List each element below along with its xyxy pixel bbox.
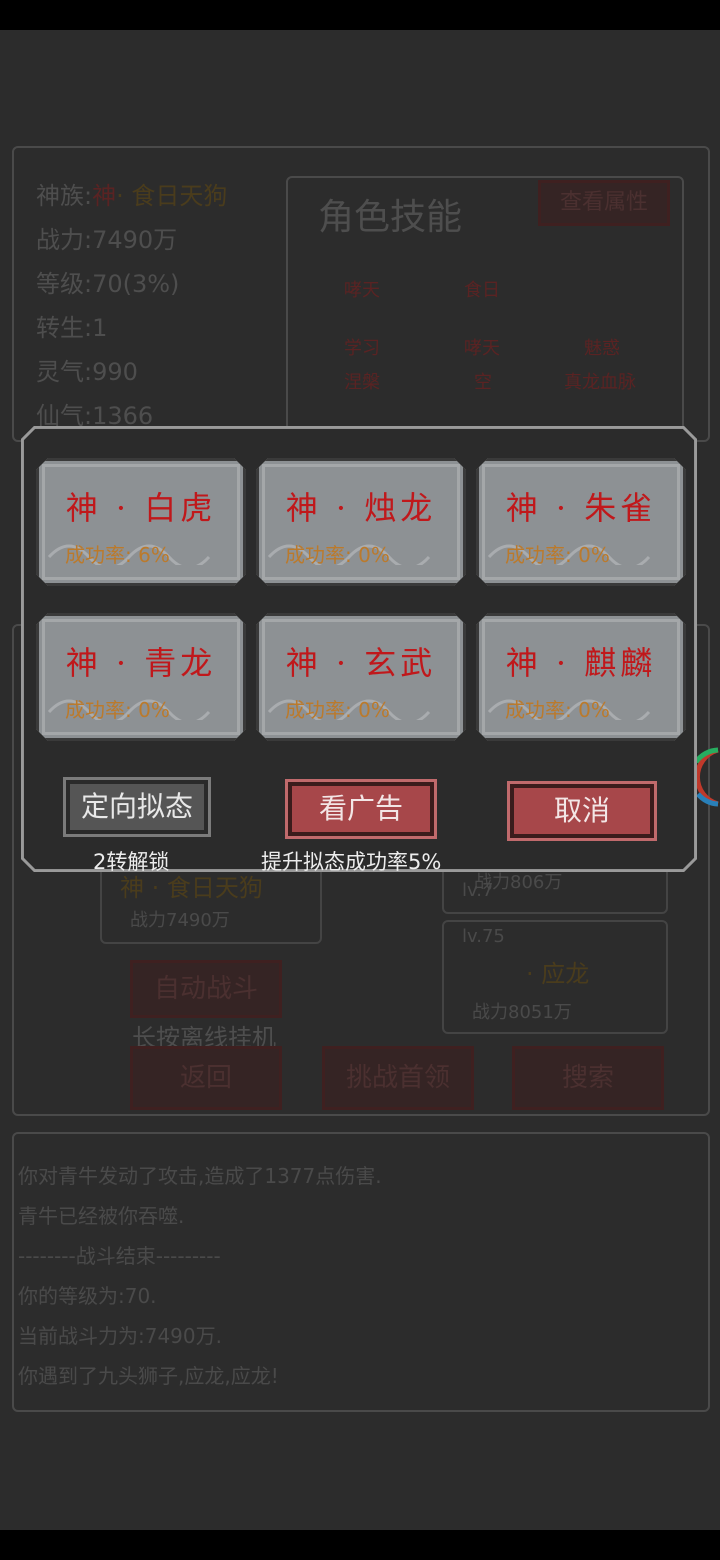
rebirth-stat: 转生:1 [36, 314, 108, 342]
log-line-5: 当前战斗力为:7490万. [18, 1324, 222, 1348]
option-rate: 成功率: 0% [505, 543, 610, 567]
option-card-zhuque[interactable]: 神 · 朱雀 成功率: 0% [476, 458, 686, 586]
auto-battle-button[interactable]: 自动战斗 [130, 960, 282, 1018]
immortal-stat: 仙气:1366 [36, 402, 154, 430]
skills-title: 角色技能 [318, 197, 463, 238]
directed-mimicry-caption: 2转解锁 [93, 850, 170, 874]
skill-roar[interactable]: 哮天 [344, 276, 380, 302]
directed-mimicry-button[interactable]: 定向拟态 [63, 777, 211, 837]
option-card-zhulong[interactable]: 神 · 烛龙 成功率: 0% [256, 458, 466, 586]
skill-roar-2[interactable]: 哮天 [464, 334, 500, 360]
log-line-1: 你对青牛发动了攻击,造成了1377点伤害. [18, 1164, 382, 1188]
option-name: 神 · 朱雀 [505, 489, 657, 527]
option-rate: 成功率: 6% [65, 543, 170, 567]
log-line-4: 你的等级为:70. [18, 1284, 157, 1308]
option-name: 神 · 白虎 [65, 489, 217, 527]
navigation-bar [0, 1530, 720, 1560]
view-attributes-button[interactable]: 查看属性 [538, 180, 670, 226]
option-name: 神 · 玄武 [285, 644, 437, 682]
option-card-baihu[interactable]: 神 · 白虎 成功率: 6% [36, 458, 246, 586]
option-rate: 成功率: 0% [285, 543, 390, 567]
option-card-qilin[interactable]: 神 · 麒麟 成功率: 0% [476, 613, 686, 741]
enemy-card-2-level: lv.75 [462, 926, 505, 947]
watch-ad-caption: 提升拟态成功率5% [261, 850, 442, 874]
challenge-boss-button[interactable]: 挑战首领 [322, 1046, 474, 1110]
log-line-2: 青牛已经被你吞噬. [18, 1204, 185, 1228]
player-card-power: 战力7490万 [130, 910, 230, 931]
power-stat: 战力:7490万 [36, 226, 178, 254]
log-line-3: --------战斗结束--------- [18, 1244, 221, 1268]
skill-void[interactable]: 空 [474, 368, 492, 394]
skill-charm[interactable]: 魅惑 [584, 334, 620, 360]
race-label: 神族:神· 食日天狗 [36, 182, 228, 210]
back-button[interactable]: 返回 [130, 1046, 282, 1110]
enemy-card-2-name: · 应龙 [526, 960, 590, 988]
watch-ad-button[interactable]: 看广告 [285, 779, 437, 839]
option-card-xuanwu[interactable]: 神 · 玄武 成功率: 0% [256, 613, 466, 741]
option-name: 神 · 青龙 [65, 644, 217, 682]
option-card-qinglong[interactable]: 神 · 青龙 成功率: 0% [36, 613, 246, 741]
option-rate: 成功率: 0% [285, 698, 390, 722]
option-rate: 成功率: 0% [505, 698, 610, 722]
skill-dragon-blood[interactable]: 真龙血脉 [564, 368, 636, 394]
enemy-card-2-power: 战力8051万 [472, 1002, 572, 1023]
skill-nirvana[interactable]: 涅槃 [344, 368, 380, 394]
level-stat: 等级:70(3%) [36, 270, 180, 298]
cancel-button[interactable]: 取消 [507, 781, 657, 841]
log-line-6: 你遇到了九头狮子,应龙,应龙! [18, 1364, 279, 1388]
search-button[interactable]: 搜索 [512, 1046, 664, 1110]
status-bar [0, 0, 720, 30]
option-name: 神 · 烛龙 [285, 489, 437, 527]
spirit-stat: 灵气:990 [36, 358, 138, 386]
option-rate: 成功率: 0% [65, 698, 170, 722]
skill-eat-sun[interactable]: 食日 [464, 276, 500, 302]
skill-learn[interactable]: 学习 [344, 334, 380, 360]
option-name: 神 · 麒麟 [505, 644, 657, 682]
